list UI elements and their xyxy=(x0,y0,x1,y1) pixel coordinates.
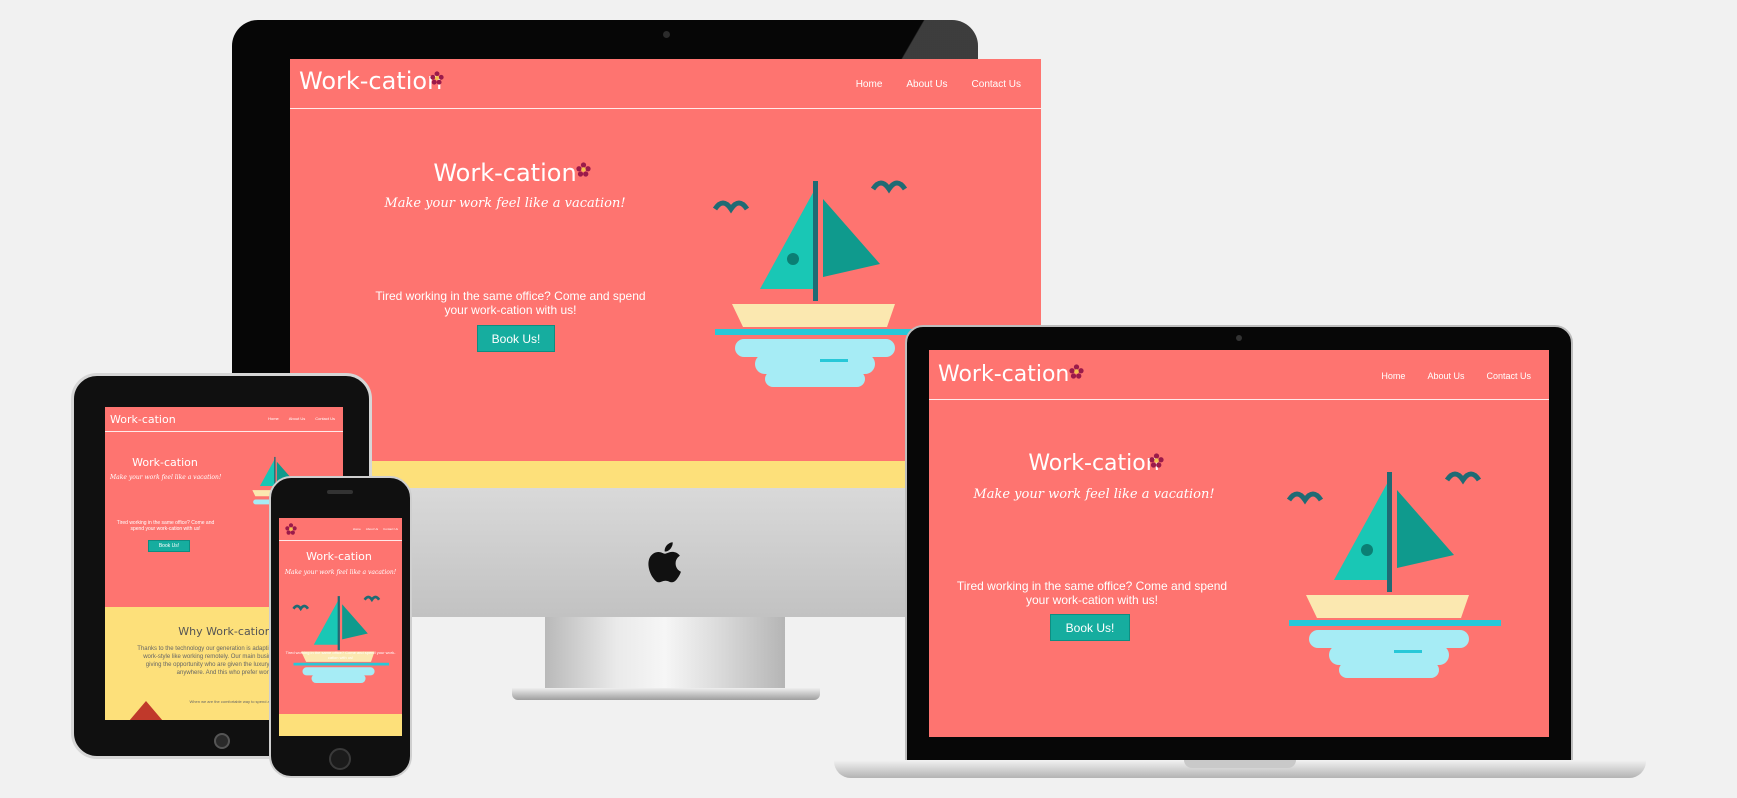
nav-link-about[interactable]: About Us xyxy=(366,527,378,531)
flower-icon xyxy=(430,71,444,85)
sailboat-illustration xyxy=(712,180,927,387)
imac-stand-neck xyxy=(545,617,785,689)
hero-description: Tired working in the same office? Come a… xyxy=(116,520,215,532)
book-us-button[interactable]: Book Us! xyxy=(148,540,190,552)
navbar: Work-cation Home About Us Contact Us xyxy=(929,350,1549,400)
nav-link-home[interactable]: Home xyxy=(268,416,279,421)
imac-glare xyxy=(860,20,978,60)
nav-link-about[interactable]: About Us xyxy=(906,79,947,90)
nav-link-about[interactable]: About Us xyxy=(289,416,305,421)
nav-menu: Home About Us Contact Us xyxy=(856,79,1021,90)
hero-tagline: Make your work feel like a vacation! xyxy=(973,487,1215,502)
site-logo[interactable]: Work-cation xyxy=(938,362,1069,387)
apple-logo-icon xyxy=(648,542,681,583)
flower-icon xyxy=(1149,453,1164,468)
seagull-icon xyxy=(870,180,908,194)
macbook-camera xyxy=(1236,335,1242,341)
hero-tagline: Make your work feel like a vacation! xyxy=(384,196,626,211)
hero-description: Tired working in the same office? Come a… xyxy=(375,289,646,317)
navbar: Work-cation Home About Us Contact Us xyxy=(290,59,1041,109)
nav-menu: Home About Us Contact Us xyxy=(268,416,335,421)
nav-link-contact[interactable]: Contact Us xyxy=(383,527,398,531)
flower-icon xyxy=(285,523,297,535)
nav-link-home[interactable]: Home xyxy=(856,79,883,90)
sailboat-illustration xyxy=(292,595,389,684)
nav-link-contact[interactable]: Contact Us xyxy=(315,416,335,421)
hero-title: Work-cation xyxy=(132,456,198,469)
nav-link-about[interactable]: About Us xyxy=(1427,371,1464,381)
nav-link-home[interactable]: Home xyxy=(1381,371,1405,381)
imac-stand-foot xyxy=(512,688,820,700)
seagull-icon xyxy=(292,604,310,612)
tent-icon xyxy=(129,701,163,720)
imac-camera xyxy=(663,31,670,38)
nav-link-home[interactable]: Home xyxy=(353,527,361,531)
book-us-button[interactable]: Book Us! xyxy=(477,325,555,352)
seagull-icon xyxy=(1444,471,1482,485)
hero-description: Tired working in the same office? Come a… xyxy=(285,650,396,660)
hero-tagline: Make your work feel like a vacation! xyxy=(284,569,397,576)
hero-title: Work-cation xyxy=(433,159,577,187)
hero-title: Work-cation xyxy=(306,550,372,563)
navbar: Work-cation Home About Us Contact Us xyxy=(105,407,343,432)
nav-link-contact[interactable]: Contact Us xyxy=(1486,371,1531,381)
seagull-icon xyxy=(1286,491,1324,505)
ipad-home-button[interactable] xyxy=(214,733,230,749)
hero-description: Tired working in the same office? Come a… xyxy=(956,579,1228,607)
flower-icon xyxy=(576,162,591,177)
iphone-home-button[interactable] xyxy=(329,748,351,770)
iphone-speaker xyxy=(327,490,353,494)
sailboat-illustration xyxy=(1286,471,1501,678)
site-logo[interactable]: Work-cation xyxy=(110,413,176,426)
site-logo[interactable]: Work-cation xyxy=(299,67,442,95)
iphone-screen: Home About Us Contact Us Work-cation Mak… xyxy=(279,518,402,736)
seagull-icon xyxy=(363,595,381,603)
flower-icon xyxy=(1069,364,1084,379)
macbook-screen: Work-cation Home About Us Contact Us Wor… xyxy=(929,350,1549,737)
hero-tagline: Make your work feel like a vacation! xyxy=(110,474,222,481)
book-us-button[interactable]: Book Us! xyxy=(1050,614,1130,641)
nav-link-contact[interactable]: Contact Us xyxy=(972,79,1021,90)
navbar: Home About Us Contact Us xyxy=(279,518,402,541)
nav-menu: Home About Us Contact Us xyxy=(1381,371,1531,381)
macbook-notch xyxy=(1184,760,1296,768)
seagull-icon xyxy=(712,200,750,214)
about-section-band xyxy=(279,714,402,736)
nav-menu: Home About Us Contact Us xyxy=(353,527,398,531)
